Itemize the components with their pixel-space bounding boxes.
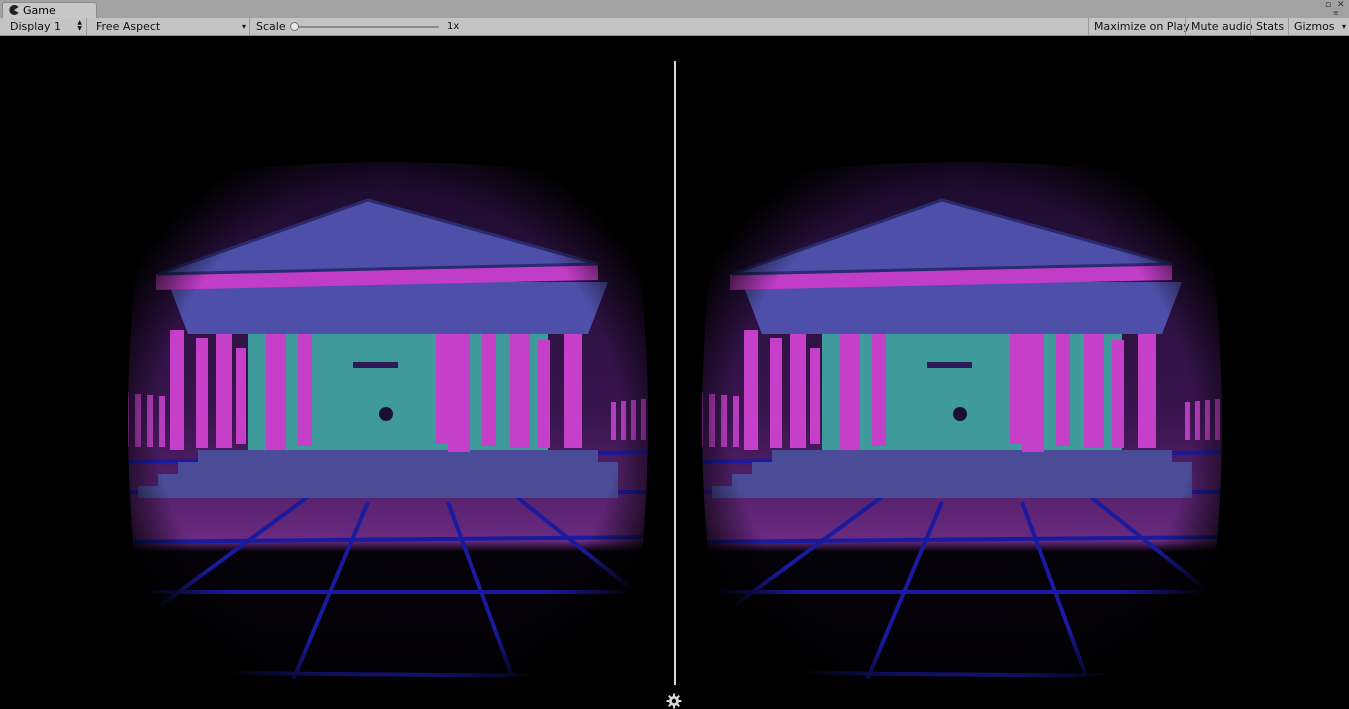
maximize-on-play-label: Maximize on Play — [1094, 20, 1190, 33]
gear-icon[interactable] — [666, 693, 682, 709]
gizmos-label: Gizmos — [1294, 20, 1335, 33]
stats-button[interactable]: Stats — [1250, 18, 1288, 35]
window-restore-icon[interactable]: ▫ — [1325, 0, 1331, 10]
scale-value: 1x — [447, 21, 460, 32]
right-eye-view — [692, 152, 1232, 692]
stats-label: Stats — [1256, 20, 1285, 33]
menu-icon[interactable]: ≡ — [1333, 9, 1339, 17]
scale-slider-thumb[interactable] — [290, 22, 299, 31]
mute-audio-label: Mute audio — [1191, 20, 1253, 33]
mute-audio-button[interactable]: Mute audio — [1185, 18, 1253, 35]
aspect-dropdown[interactable]: Free Aspect ▾ — [88, 18, 250, 35]
game-toolbar: Display 1 ▲ ▼ Free Aspect ▾ Scale 1x Maxi… — [0, 18, 1349, 36]
game-view[interactable] — [0, 36, 1349, 709]
scale-label: Scale — [256, 20, 286, 33]
gizmos-dropdown[interactable]: Gizmos ▾ — [1288, 18, 1349, 35]
pacman-icon — [9, 5, 19, 15]
aspect-dropdown-label: Free Aspect — [96, 20, 161, 33]
scale-slider[interactable] — [295, 26, 439, 28]
tab-game-label: Game — [23, 4, 56, 17]
tab-bar: Game ▫ ✕ ≡ — [0, 0, 1349, 18]
maximize-on-play-button[interactable]: Maximize on Play — [1088, 18, 1190, 35]
eye-divider — [674, 61, 676, 685]
up-down-arrows-icon: ▲ ▼ — [77, 19, 82, 32]
dropdown-arrow-icon: ▾ — [241, 22, 246, 31]
display-dropdown-label: Display 1 — [10, 20, 62, 33]
left-eye-view — [118, 152, 658, 692]
tab-game[interactable]: Game — [2, 2, 97, 18]
dropdown-arrow-icon: ▾ — [1341, 22, 1346, 31]
display-dropdown[interactable]: Display 1 ▲ ▼ — [0, 18, 87, 35]
